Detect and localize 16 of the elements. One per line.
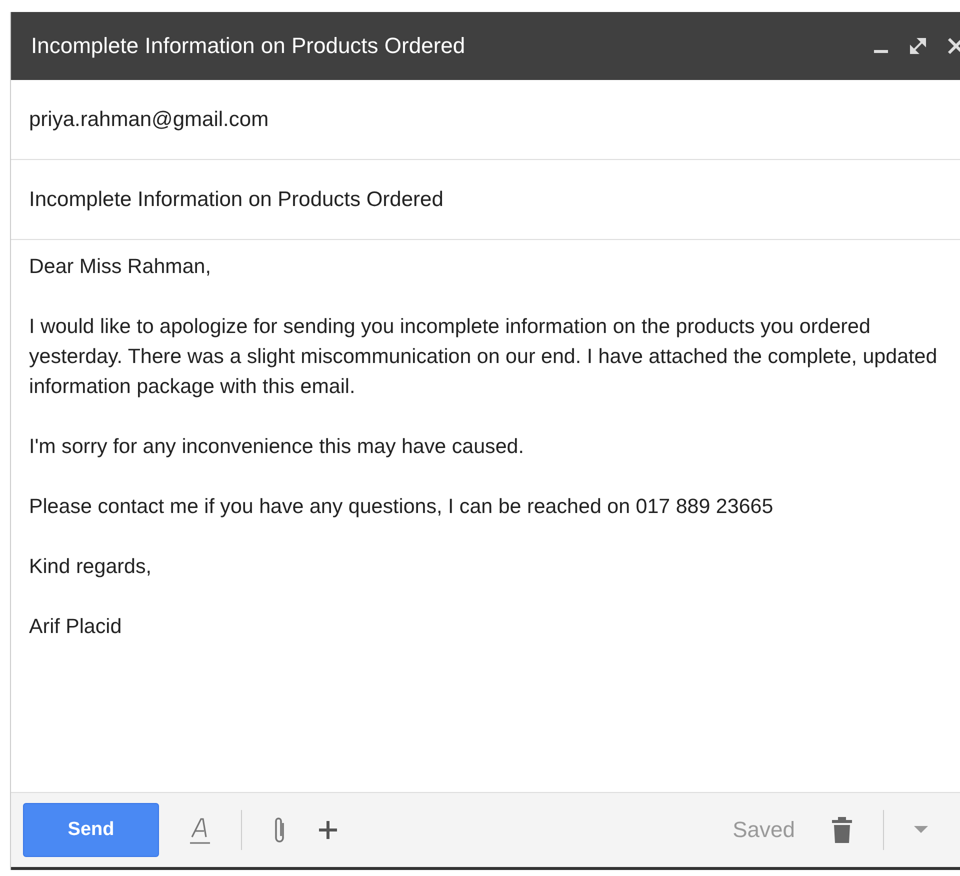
window-title: Incomplete Information on Products Ordered	[31, 33, 466, 59]
recipient-field[interactable]: priya.rahman@gmail.com	[11, 80, 960, 160]
dropdown-arrow-icon[interactable]	[914, 826, 928, 834]
message-paragraph: I'm sorry for any inconvenience this may have caused.	[29, 434, 525, 460]
expand-icon[interactable]	[908, 36, 928, 56]
save-status: Saved	[732, 817, 795, 843]
message-paragraph: Dear Miss Rahman,	[29, 254, 212, 280]
text-format-icon[interactable]	[189, 815, 211, 845]
message-paragraph: I would like to apologize for sending you incomplete information on the products you ordered yesterday. There was a slight miscommunication on our end. I have attached the complete, updated information package with this email.	[29, 314, 938, 400]
close-icon[interactable]	[946, 36, 960, 56]
message-paragraph: Kind regards,	[29, 554, 152, 580]
subject-field[interactable]: Incomplete Information on Products Ordered	[11, 160, 960, 240]
plus-icon[interactable]	[318, 820, 338, 840]
message-paragraph: Please contact me if you have any questions, I can be reached on 017 889 23665	[29, 494, 774, 520]
trash-icon[interactable]	[831, 816, 853, 844]
message-paragraph: Arif Placid	[29, 614, 123, 640]
